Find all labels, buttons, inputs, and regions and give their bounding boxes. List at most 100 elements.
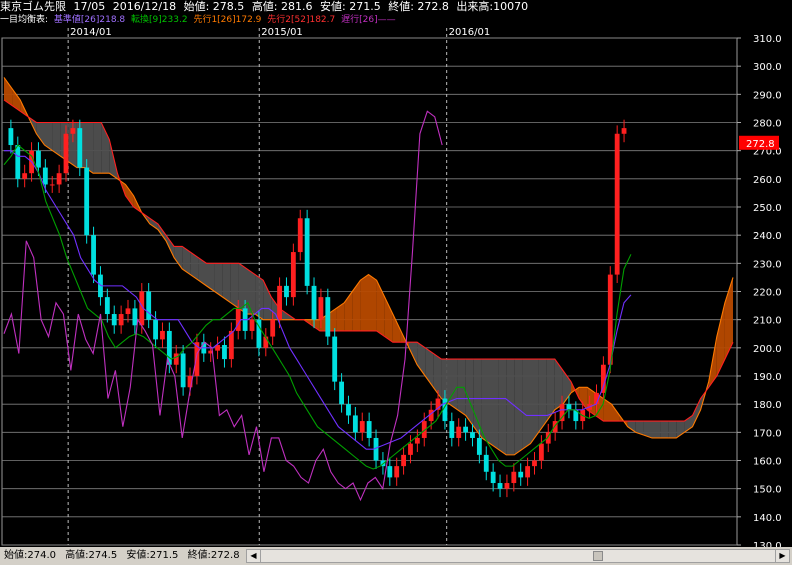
candle-body: [525, 466, 531, 478]
candle-body: [118, 314, 124, 326]
candle-body: [63, 133, 69, 174]
candle-body: [228, 330, 234, 360]
candle-body: [511, 471, 517, 484]
cloud-segment: [449, 359, 458, 410]
candle-body: [614, 133, 620, 275]
cloud-segment: [481, 359, 490, 444]
candle-body: [77, 128, 83, 168]
candle-body: [56, 173, 62, 185]
horizontal-scrollbar[interactable]: ◀ ▶: [246, 549, 790, 563]
candle-body: [311, 285, 317, 320]
candle-body: [456, 426, 462, 438]
candle-body: [600, 364, 606, 393]
y-tick-label: 240.0: [753, 231, 782, 242]
y-tick-label: 170.0: [753, 428, 782, 439]
y-tick-label: 210.0: [753, 316, 782, 327]
candle-body: [449, 421, 455, 438]
cloud-segment: [230, 263, 239, 309]
candle-body: [70, 128, 76, 134]
candle-body: [146, 291, 152, 320]
candle-body: [15, 145, 21, 179]
y-tick-label: 280.0: [753, 119, 782, 130]
candle-body: [270, 319, 276, 337]
last-price-label: 272.8: [746, 139, 775, 150]
cloud-segment: [490, 359, 499, 450]
candle-body: [339, 381, 344, 405]
cloud-segment: [360, 274, 369, 331]
candle-body: [104, 297, 110, 315]
cloud-segment: [368, 274, 377, 331]
candle-body: [366, 421, 372, 438]
cloud-segment: [538, 359, 547, 433]
y-tick-label: 190.0: [753, 372, 782, 383]
cloud-segment: [222, 263, 231, 303]
candle-body: [49, 184, 55, 186]
candle-body: [621, 128, 627, 134]
candle-body: [111, 314, 117, 326]
candle-body: [401, 454, 406, 467]
candle-body: [132, 308, 138, 326]
scroll-right-arrow-icon[interactable]: ▶: [775, 550, 789, 562]
y-tick-label: 200.0: [753, 344, 782, 355]
y-tick-label: 180.0: [753, 400, 782, 411]
cloud-segment: [498, 359, 507, 455]
candle-body: [8, 128, 14, 146]
candle-body: [359, 421, 365, 433]
cloud-segment: [506, 359, 515, 455]
footer-low: 安値:271.5: [126, 550, 179, 561]
candle-body: [318, 297, 324, 320]
candle-body: [277, 285, 282, 320]
candle-body: [325, 297, 331, 337]
cloud-segment: [522, 359, 531, 450]
y-tick-label: 150.0: [753, 485, 782, 496]
cloud-segment: [247, 268, 256, 315]
candle-body: [91, 235, 96, 275]
candle-body: [552, 421, 558, 433]
candle-body: [414, 437, 420, 444]
candle-body: [518, 471, 524, 478]
candle-body: [84, 167, 90, 236]
ichimoku-chart: 310.0300.0290.0280.0270.0260.0250.0240.0…: [1, 27, 782, 547]
y-tick-label: 250.0: [753, 203, 782, 214]
candle-body: [463, 426, 469, 433]
y-tick-label: 260.0: [753, 175, 782, 186]
candle-body: [408, 443, 413, 455]
cloud-segment: [441, 359, 450, 405]
scroll-left-arrow-icon[interactable]: ◀: [247, 550, 261, 562]
candle-body: [483, 454, 489, 472]
candle-body: [36, 150, 41, 168]
candle-body: [394, 466, 400, 478]
candle-body: [532, 460, 537, 467]
candle-body: [332, 336, 338, 382]
footer-high: 高値:274.5: [65, 550, 118, 561]
scroll-thumb[interactable]: [593, 551, 603, 561]
candle-body: [173, 353, 179, 365]
candle-body: [160, 330, 165, 340]
y-tick-label: 160.0: [753, 457, 782, 468]
candle-body: [346, 404, 351, 416]
candle-body: [284, 285, 289, 298]
status-bar: 始値:274.0 高値:274.5 安値:271.5 終値:272.8 ◀ ▶: [0, 547, 792, 565]
footer-close: 終値:272.8: [187, 550, 240, 561]
x-tick-label: 2016/01: [449, 27, 491, 38]
x-tick-label: 2015/01: [261, 27, 303, 38]
candle-body: [538, 443, 544, 461]
candle-body: [470, 432, 475, 438]
y-tick-label: 220.0: [753, 288, 782, 299]
cloud-segment: [668, 421, 677, 438]
candle-body: [180, 353, 186, 388]
candle-body: [42, 167, 48, 185]
y-tick-label: 290.0: [753, 90, 782, 101]
candle-body: [476, 437, 482, 455]
candle-body: [297, 218, 303, 253]
y-tick-label: 300.0: [753, 62, 782, 73]
bar-values: 始値:274.0 高値:274.5 安値:271.5 終値:272.8: [4, 547, 246, 565]
footer-open: 始値:274.0: [4, 550, 56, 561]
candle-body: [222, 345, 227, 360]
candle-body: [153, 319, 158, 340]
candle-body: [352, 415, 358, 433]
cloud-segment: [93, 122, 102, 174]
candle-body: [290, 252, 296, 298]
cloud-segment: [652, 421, 661, 438]
y-tick-label: 310.0: [753, 34, 782, 45]
